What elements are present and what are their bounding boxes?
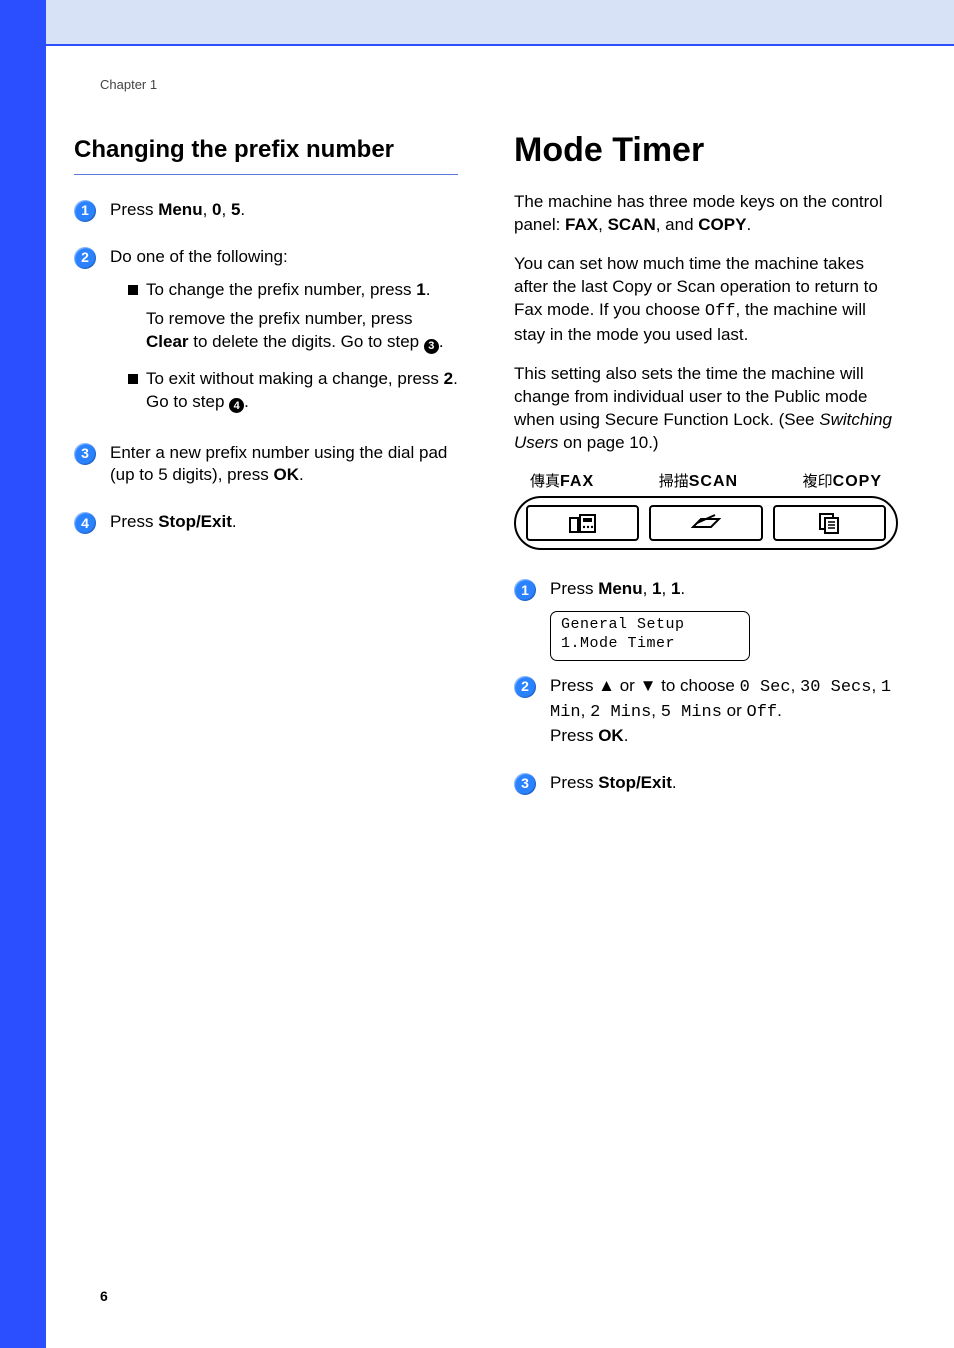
lcd-display: General Setup 1.Mode Timer bbox=[550, 611, 750, 661]
label-scan: 掃描SCAN bbox=[659, 471, 738, 493]
step-number-2: 2 bbox=[514, 676, 536, 698]
modetimer-p2: You can set how much time the machine ta… bbox=[514, 253, 898, 347]
section-heading-modetimer: Mode Timer bbox=[514, 128, 898, 174]
ref-3-icon: 3 bbox=[424, 339, 439, 354]
step-number-4: 4 bbox=[74, 512, 96, 534]
fax-key-icon bbox=[526, 505, 639, 541]
step-1: 1 Press Menu, 0, 5. bbox=[74, 199, 458, 232]
modetimer-p1: The machine has three mode keys on the c… bbox=[514, 191, 898, 237]
mt-step-2-text: Press ▲ or ▼ to choose 0 Sec, 30 Secs, 1… bbox=[550, 675, 898, 748]
step-2-bullet-2: To exit without making a change, press 2… bbox=[146, 368, 458, 414]
label-fax: 傳真FAX bbox=[530, 471, 594, 493]
page-number: 6 bbox=[100, 1287, 108, 1306]
mt-step-3-text: Press Stop/Exit. bbox=[550, 772, 898, 795]
step-3: 3 Enter a new prefix number using the di… bbox=[74, 442, 458, 498]
mode-keys-illustration: 傳真FAX 掃描SCAN 複印COPY bbox=[514, 471, 898, 551]
mt-step-1-text: Press Menu, 1, 1. bbox=[550, 578, 898, 601]
label-copy: 複印COPY bbox=[803, 471, 882, 493]
modetimer-p3: This setting also sets the time the mach… bbox=[514, 363, 898, 455]
chapter-label: Chapter 1 bbox=[100, 76, 898, 94]
left-column: Changing the prefix number 1 Press Menu,… bbox=[74, 134, 458, 819]
bullet-icon bbox=[128, 285, 138, 295]
step-number-3: 3 bbox=[74, 443, 96, 465]
right-column: Mode Timer The machine has three mode ke… bbox=[514, 134, 898, 819]
mt-step-1: 1 Press Menu, 1, 1. General Setup 1.Mode… bbox=[514, 578, 898, 660]
section-heading-prefix: Changing the prefix number bbox=[74, 134, 458, 175]
page-body: Chapter 1 Changing the prefix number 1 P… bbox=[74, 76, 898, 1288]
page-side-tab bbox=[0, 0, 46, 1348]
lcd-line-2: 1.Mode Timer bbox=[561, 635, 739, 654]
step-4: 4 Press Stop/Exit. bbox=[74, 511, 458, 544]
ref-4-icon: 4 bbox=[229, 398, 244, 413]
copy-key-icon bbox=[773, 505, 886, 541]
step-1-text: Press Menu, 0, 5. bbox=[110, 199, 458, 222]
step-number-1: 1 bbox=[74, 200, 96, 222]
step-3-text: Enter a new prefix number using the dial… bbox=[110, 442, 458, 488]
step-2-intro: Do one of the following: bbox=[110, 246, 458, 269]
step-2-bullet-1: To change the prefix number, press 1. bbox=[146, 279, 430, 302]
step-2-bullet-1-sub: To remove the prefix number, press Clear… bbox=[146, 308, 458, 354]
bullet-icon bbox=[128, 374, 138, 384]
mt-step-3: 3 Press Stop/Exit. bbox=[514, 772, 898, 805]
step-4-text: Press Stop/Exit. bbox=[110, 511, 458, 534]
step-2: 2 Do one of the following: To change the… bbox=[74, 246, 458, 428]
step-number-2: 2 bbox=[74, 247, 96, 269]
mt-step-2: 2 Press ▲ or ▼ to choose 0 Sec, 30 Secs,… bbox=[514, 675, 898, 758]
scan-key-icon bbox=[649, 505, 762, 541]
lcd-line-1: General Setup bbox=[561, 616, 739, 635]
page-header-band bbox=[46, 0, 954, 46]
step-number-3: 3 bbox=[514, 773, 536, 795]
step-number-1: 1 bbox=[514, 579, 536, 601]
